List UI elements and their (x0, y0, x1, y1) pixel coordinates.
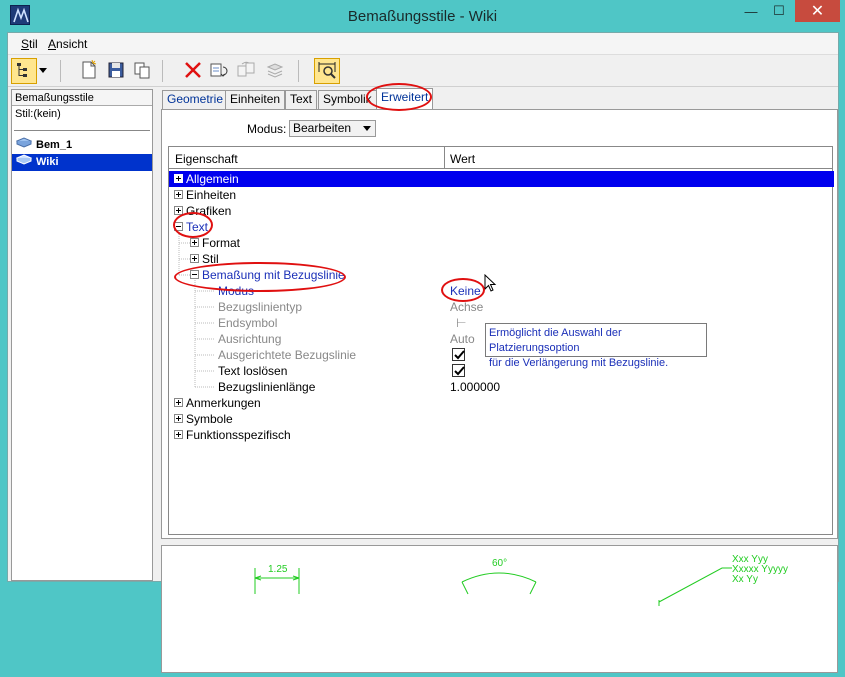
checkbox-checked[interactable] (452, 364, 465, 377)
chevron-down-icon (363, 126, 371, 131)
dropdown-arrow-icon (39, 65, 47, 77)
tree-row-text[interactable]: Text (169, 219, 834, 235)
dimension-preview-icon (317, 60, 337, 83)
property-grid-header: Eigenschaft Wert (169, 147, 832, 169)
tab-einheiten[interactable]: Einheiten (225, 90, 286, 109)
dimension-preview-drawing: 1.25 60° Xxx Yyy Xxxxx Yyyyy Xx Yy (254, 554, 788, 606)
column-divider[interactable] (444, 147, 445, 169)
note-text-line-3: Xx Yy (732, 574, 758, 585)
menu-stil[interactable]: Stil (21, 37, 38, 51)
tree-row-anmerkungen[interactable]: Anmerkungen (169, 395, 834, 411)
styles-list-panel: Bemaßungsstile Stil:(kein) Bem_1 Wiki (11, 89, 153, 581)
save-icon (107, 61, 125, 82)
property-row-bezugslinienlaenge[interactable]: Bezugslinienlänge 1.000000 (169, 379, 834, 395)
tab-symbolik[interactable]: Symbolik (318, 90, 377, 109)
tree-row-grafiken[interactable]: Grafiken (169, 203, 834, 219)
save-button[interactable] (103, 58, 129, 84)
mouse-cursor-icon (484, 274, 497, 292)
current-style-label: Stil:(kein) (15, 108, 61, 120)
property-grid: Eigenschaft Wert Allgemein Einheiten Gra… (168, 146, 834, 535)
menu-ansicht[interactable]: Ansicht (48, 37, 87, 51)
delete-icon (184, 61, 202, 82)
stack-button[interactable] (262, 58, 288, 84)
toolbar-separator (162, 60, 163, 82)
copy-button[interactable] (129, 58, 155, 84)
tree-row-symbole[interactable]: Symbole (169, 411, 834, 427)
property-row-bezugslinientyp[interactable]: Bezugslinientyp Achse (169, 299, 834, 315)
dimension-style-icon (15, 154, 33, 171)
property-value[interactable]: Achse (450, 300, 483, 314)
maximize-button[interactable]: ☐ (766, 0, 792, 22)
angular-dimension-text: 60° (492, 558, 507, 569)
reset-button[interactable] (206, 58, 232, 84)
style-item-bem-1[interactable]: Bem_1 (12, 137, 152, 154)
toolbar (8, 55, 838, 87)
new-style-button[interactable] (76, 58, 102, 84)
stack-icon (265, 61, 285, 82)
compare-icon (236, 61, 256, 82)
column-header-value[interactable]: Wert (450, 152, 475, 166)
copy-icon (133, 61, 151, 82)
tooltip-line-1: Ermöglicht die Auswahl der Platzierungso… (489, 327, 622, 354)
checkbox-checked[interactable] (452, 348, 465, 361)
style-item-label: Wiki (36, 156, 59, 168)
new-style-icon (80, 59, 98, 83)
tree-lines (178, 232, 214, 388)
minimize-button[interactable]: — (738, 0, 764, 22)
style-settings-area: Geometrie Einheiten Text Symbolik Erweit… (161, 87, 838, 673)
tab-geometrie[interactable]: Geometrie (162, 90, 229, 109)
modus-select[interactable]: Bearbeiten (289, 120, 376, 137)
tab-erweitert[interactable]: Erweitert (376, 88, 434, 110)
reset-icon (209, 61, 229, 82)
tooltip-line-2: für die Verlängerung mit Bezugslinie. (489, 357, 669, 369)
dialog-window: Stil Ansicht Bemaßungsstile Stil:(kein) … (7, 32, 839, 673)
property-row-modus[interactable]: Modus Keine (169, 283, 834, 299)
tree-row-funktionsspezifisch[interactable]: Funktionsspezifisch (169, 427, 834, 443)
view-dropdown-button[interactable] (36, 58, 50, 84)
delete-button[interactable] (180, 58, 206, 84)
tree-row-stil[interactable]: Stil (169, 251, 834, 267)
erweitert-tab-panel: Modus: Bearbeiten Eigenschaft Wert Allge… (161, 109, 838, 539)
tree-row-einheiten[interactable]: Einheiten (169, 187, 834, 203)
style-item-label: Bem_1 (36, 139, 73, 151)
tab-text[interactable]: Text (285, 90, 318, 109)
divider (14, 130, 150, 131)
tree-row-allgemein[interactable]: Allgemein (169, 171, 834, 187)
angular-dimension-arc (461, 572, 537, 583)
tooltip: Ermöglicht die Auswahl der Platzierungso… (485, 323, 707, 369)
tree-view-button[interactable] (11, 58, 37, 84)
title-bar: Bemaßungsstile - Wiki — ☐ ✕ (0, 0, 845, 32)
window-title: Bemaßungsstile - Wiki (347, 8, 498, 25)
tree-row-bemassung-mit-bezugslinie[interactable]: Bemaßung mit Bezugslinie (169, 267, 834, 283)
dimension-preview-panel: 1.25 60° Xxx Yyy Xxxxx Yyyyy Xx Yy (161, 545, 838, 673)
close-button[interactable]: ✕ (795, 0, 840, 22)
menu-bar: Stil Ansicht (8, 33, 838, 55)
angular-dimension-extensions (461, 581, 537, 595)
modus-label: Modus: (247, 122, 287, 136)
linear-dimension-text: 1.25 (268, 564, 288, 575)
property-value-modus[interactable]: Keine (450, 284, 481, 298)
toolbar-separator (60, 60, 61, 82)
tree-view-icon (15, 61, 33, 82)
compare-button[interactable] (233, 58, 259, 84)
dimension-preview-button[interactable] (314, 58, 340, 84)
property-value[interactable]: Auto (450, 332, 475, 346)
styles-list-header: Bemaßungsstile (12, 90, 152, 106)
property-value[interactable]: 1.000000 (450, 380, 500, 394)
tree-row-format[interactable]: Format (169, 235, 834, 251)
style-item-wiki[interactable]: Wiki (12, 154, 152, 171)
property-label: Ausgerichtete Bezugslinie (218, 348, 357, 362)
property-label: Bezugslinientyp (218, 300, 303, 314)
note-leader-line (658, 567, 732, 603)
end-symbol-icon[interactable]: ⊢ (456, 316, 466, 330)
toolbar-separator (298, 60, 299, 82)
property-label: Bezugslinienlänge (218, 380, 316, 394)
modus-select-value: Bearbeiten (293, 121, 352, 135)
dimension-style-icon (15, 137, 33, 154)
